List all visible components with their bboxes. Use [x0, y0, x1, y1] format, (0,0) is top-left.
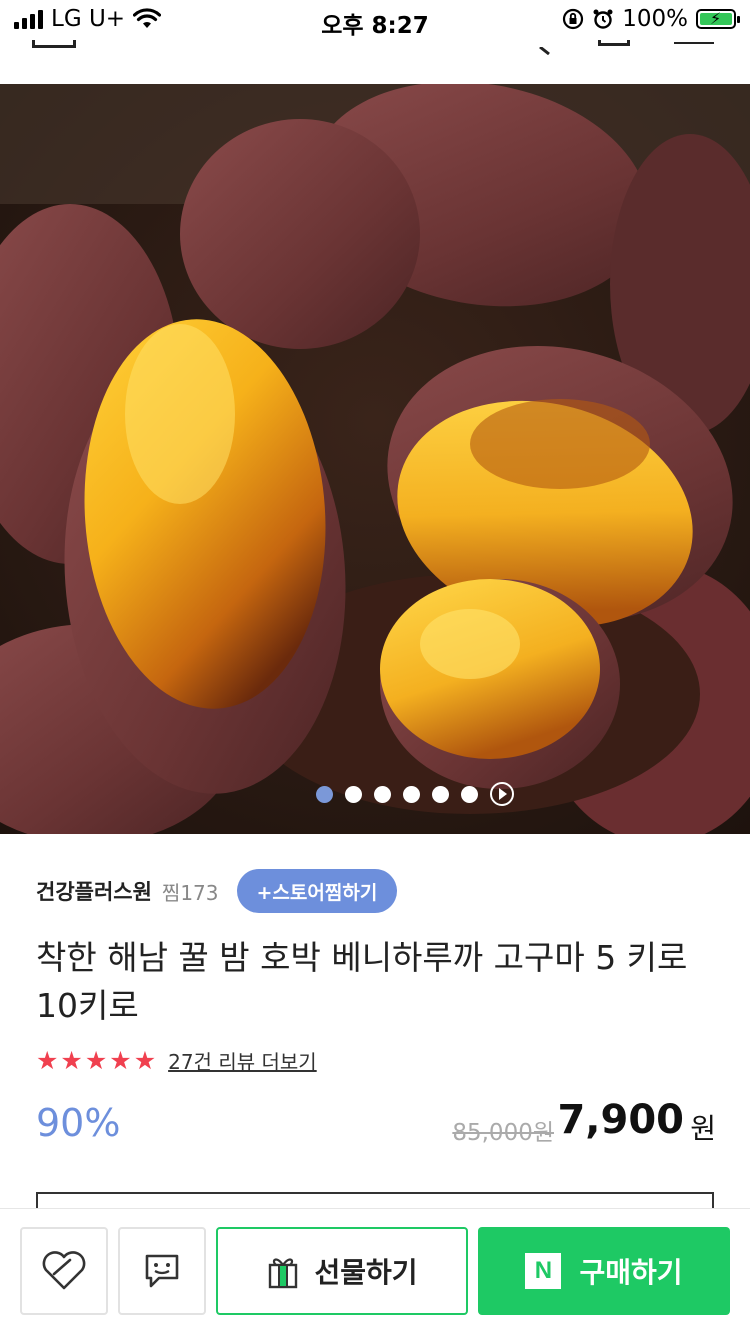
star-icon: ★	[36, 1045, 59, 1075]
star-icon: ★	[133, 1045, 157, 1075]
review-link[interactable]: 27건 리뷰 더보기	[168, 1046, 317, 1075]
status-bar: LG U+ 오후 8:27 100% ⚡	[0, 0, 750, 40]
carousel-dot[interactable]	[316, 785, 333, 803]
carousel-dot[interactable]	[374, 785, 391, 803]
star-icon: ★	[109, 1045, 132, 1075]
product-title: 착한 해남 꿀 밤 호박 베니하루까 고구마 5 키로 10키로	[36, 938, 688, 1025]
sale-price: 7,900	[557, 1097, 684, 1143]
cart-icon[interactable]	[598, 40, 630, 46]
search-icon[interactable]	[538, 40, 552, 56]
star-icon: ★	[60, 1045, 83, 1075]
gift-button[interactable]: 선물하기	[216, 1227, 468, 1315]
carousel-dot[interactable]	[345, 785, 362, 803]
rating-row: ★ ★ ★ ★ ★ 27건 리뷰 더보기	[36, 1046, 716, 1075]
star-icon: ★	[84, 1045, 108, 1075]
gift-label: 선물하기	[314, 1256, 418, 1289]
naver-logo-icon: N	[525, 1253, 562, 1289]
carousel-dot[interactable]	[432, 785, 449, 803]
buy-label: 구매하기	[579, 1256, 683, 1289]
heart-icon	[42, 1251, 86, 1290]
chat-icon	[145, 1254, 179, 1288]
product-photo	[0, 84, 750, 834]
buy-button[interactable]: N 구매하기	[478, 1227, 730, 1315]
rotation-lock-icon	[563, 8, 584, 30]
store-follow-button[interactable]: +스토어찜하기	[236, 869, 398, 913]
bottom-action-bar: 선물하기 N 구매하기	[0, 1208, 750, 1334]
battery-icon: ⚡	[696, 9, 740, 29]
back-button[interactable]	[32, 40, 76, 48]
original-price: 85,000원	[452, 1120, 554, 1146]
battery-percent: 100%	[622, 6, 688, 32]
carousel-dot[interactable]	[403, 785, 420, 803]
status-right: 100% ⚡	[562, 6, 740, 32]
carousel-indicators	[0, 782, 750, 806]
price-row: 90% 85,000원 7,900 원	[36, 1097, 716, 1153]
play-icon[interactable]	[490, 782, 514, 806]
star-rating: ★ ★ ★ ★ ★	[36, 1045, 157, 1075]
discount-rate: 90%	[36, 1101, 121, 1145]
top-nav-bar	[0, 40, 750, 84]
zzim-count: 찜173	[161, 880, 219, 905]
carousel-dot[interactable]	[461, 785, 478, 803]
like-button[interactable]	[20, 1227, 108, 1315]
product-image-carousel[interactable]	[0, 84, 750, 834]
currency-unit: 원	[690, 1112, 716, 1145]
store-name[interactable]: 건강플러스원	[36, 876, 152, 906]
menu-icon[interactable]	[674, 40, 714, 44]
talk-button[interactable]	[118, 1227, 206, 1315]
gift-icon	[269, 1258, 298, 1289]
product-info: 건강플러스원 찜173 +스토어찜하기 착한 해남 꿀 밤 호박 베니하루까 고…	[36, 868, 716, 1153]
store-row: 건강플러스원 찜173 +스토어찜하기	[36, 868, 716, 914]
alarm-icon	[593, 9, 613, 29]
